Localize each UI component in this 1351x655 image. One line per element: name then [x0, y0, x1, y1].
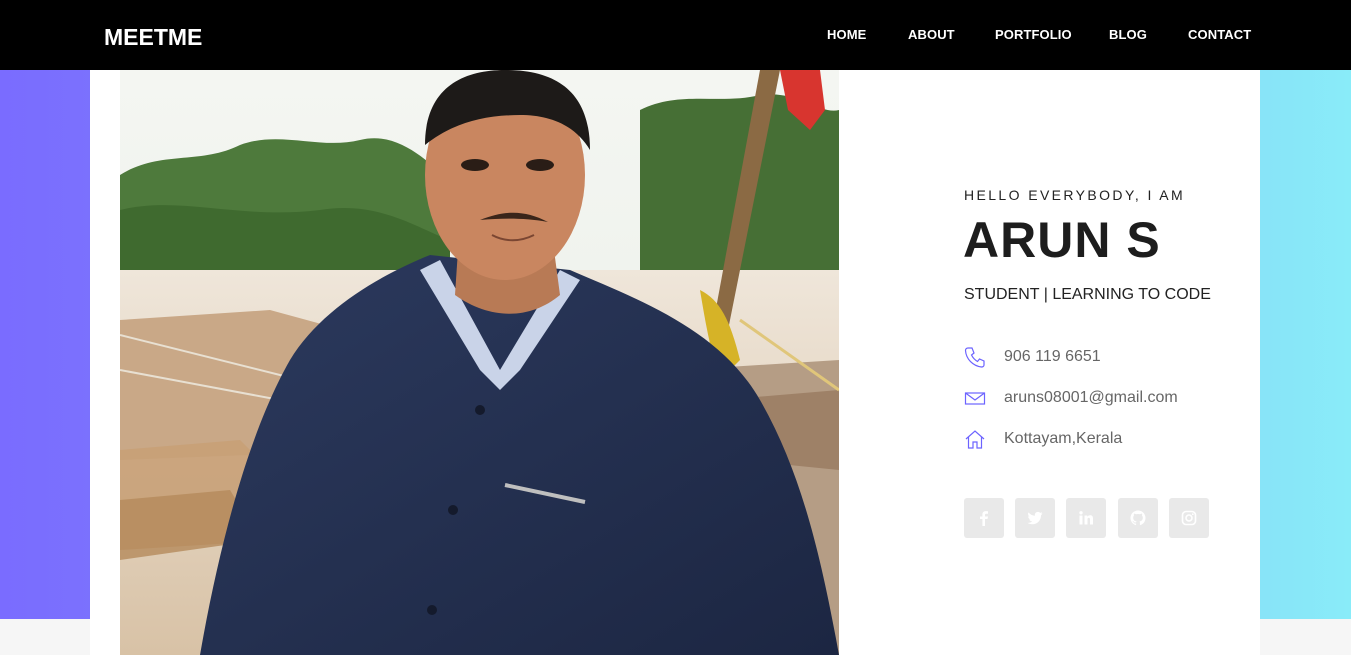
- contact-email: aruns08001@gmail.com: [964, 387, 1254, 409]
- home-icon: [964, 428, 986, 450]
- mail-icon: [964, 387, 986, 409]
- nav-link-home[interactable]: HOME: [827, 27, 866, 42]
- nav-link-contact[interactable]: CONTACT: [1188, 27, 1251, 42]
- person-name: ARUN S: [963, 212, 1161, 268]
- facebook-link[interactable]: [964, 498, 1004, 538]
- nav-link-blog[interactable]: BLOG: [1109, 27, 1147, 42]
- phone-icon: [964, 346, 986, 368]
- twitter-link[interactable]: [1015, 498, 1055, 538]
- brand-logo[interactable]: MEETME: [104, 24, 202, 51]
- person-role: STUDENT | LEARNING TO CODE: [964, 286, 1211, 303]
- nav-link-about[interactable]: ABOUT: [908, 27, 955, 42]
- linkedin-link[interactable]: [1066, 498, 1106, 538]
- contact-location: Kottayam,Kerala: [964, 428, 1254, 450]
- profile-photo: [120, 70, 839, 655]
- phone-number[interactable]: 906 119 6651: [1004, 348, 1101, 366]
- hero-card: HELLO EVERYBODY, I AM ARUN S STUDENT | L…: [90, 70, 1260, 655]
- github-link[interactable]: [1118, 498, 1158, 538]
- social-links: [964, 498, 1224, 538]
- email-address[interactable]: aruns08001@gmail.com: [1004, 389, 1178, 407]
- top-navbar: MEETME HOME ABOUT PORTFOLIO BLOG CONTACT: [0, 0, 1351, 70]
- instagram-link[interactable]: [1169, 498, 1209, 538]
- nav-link-portfolio[interactable]: PORTFOLIO: [995, 27, 1072, 42]
- location-text: Kottayam,Kerala: [1004, 430, 1123, 447]
- greeting-text: HELLO EVERYBODY, I AM: [964, 187, 1186, 203]
- contact-phone: 906 119 6651: [964, 346, 1254, 368]
- profile-info: HELLO EVERYBODY, I AM ARUN S STUDENT | L…: [963, 70, 1260, 655]
